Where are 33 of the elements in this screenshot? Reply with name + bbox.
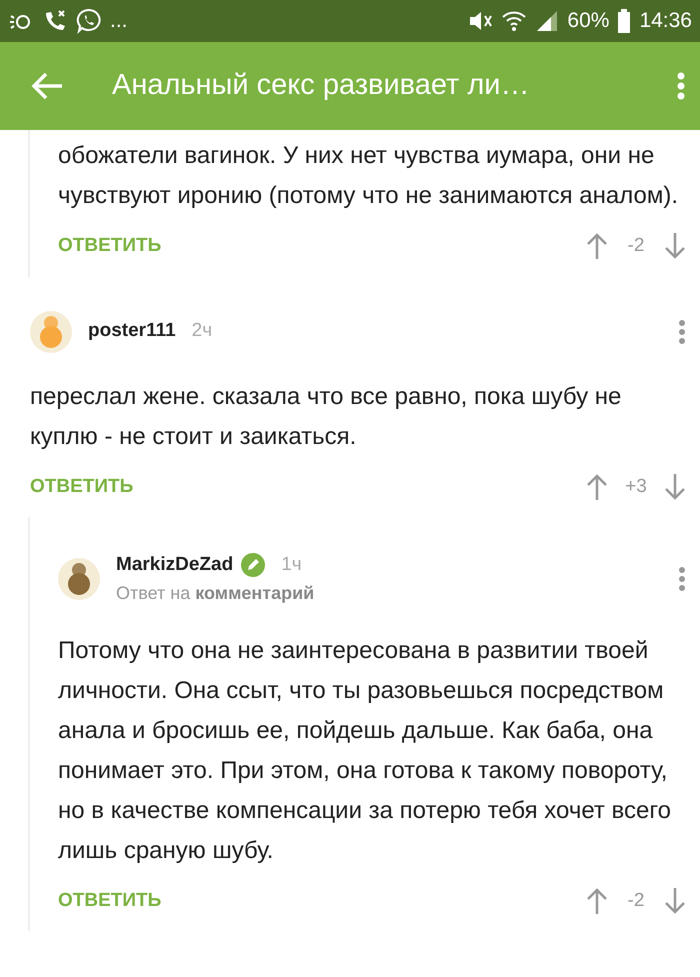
- more-icon[interactable]: [678, 318, 686, 344]
- notification-overflow: ...: [110, 8, 128, 34]
- battery-level: 60%: [567, 8, 610, 34]
- downvote-icon[interactable]: [664, 886, 686, 915]
- author-name[interactable]: MarkizDeZad: [116, 551, 234, 580]
- author-name[interactable]: poster111: [88, 317, 176, 346]
- upvote-icon[interactable]: [586, 472, 608, 501]
- avatar: [30, 310, 72, 352]
- back-icon[interactable]: [30, 71, 64, 101]
- more-icon[interactable]: [676, 71, 686, 101]
- comment-time: 1ч: [281, 553, 302, 577]
- clock: 14:36: [639, 8, 692, 34]
- upvote-icon[interactable]: [586, 886, 608, 915]
- reply-button[interactable]: ОТВЕТИТЬ: [58, 232, 162, 260]
- comment-text: Потому что она не заинтересована в развитии твоей личности. Она ссыт, что ты разовьешься посредством анала и бросишь ее, пойдешь дальше. Как баба, она понимает это. При этом, она готова к такому повороту, но в качестве компенсации за потерю тебя хочет всего лишь сраную шубу.: [58, 636, 672, 866]
- upvote-icon[interactable]: [586, 232, 608, 260]
- battery-icon: [617, 9, 632, 33]
- downvote-icon[interactable]: [664, 232, 686, 260]
- comment-text: обожатели вагинок. У них нет чувства иумара, они не чувствуют иронию (потому что не занимаются аналом).: [58, 141, 680, 211]
- reply-button[interactable]: ОТВЕТИТЬ: [30, 472, 134, 501]
- rating: +3: [624, 474, 648, 498]
- signal-icon: [535, 9, 560, 33]
- reply-reference: Ответ на комментарий: [116, 582, 316, 605]
- downvote-icon[interactable]: [664, 472, 686, 501]
- chat-icon: [76, 8, 102, 34]
- reply-button[interactable]: ОТВЕТИТЬ: [58, 886, 162, 915]
- avatar: [58, 558, 100, 600]
- rating: -2: [626, 888, 646, 912]
- comment-text: переслал жене. сказала что все равно, пока шубу не куплю - не стоит и заикаться.: [30, 382, 622, 452]
- comment-time: 2ч: [192, 319, 212, 344]
- page-title: Анальный секс развивает ли…: [112, 68, 530, 104]
- rating: -2: [626, 234, 646, 258]
- more-icon[interactable]: [678, 566, 686, 592]
